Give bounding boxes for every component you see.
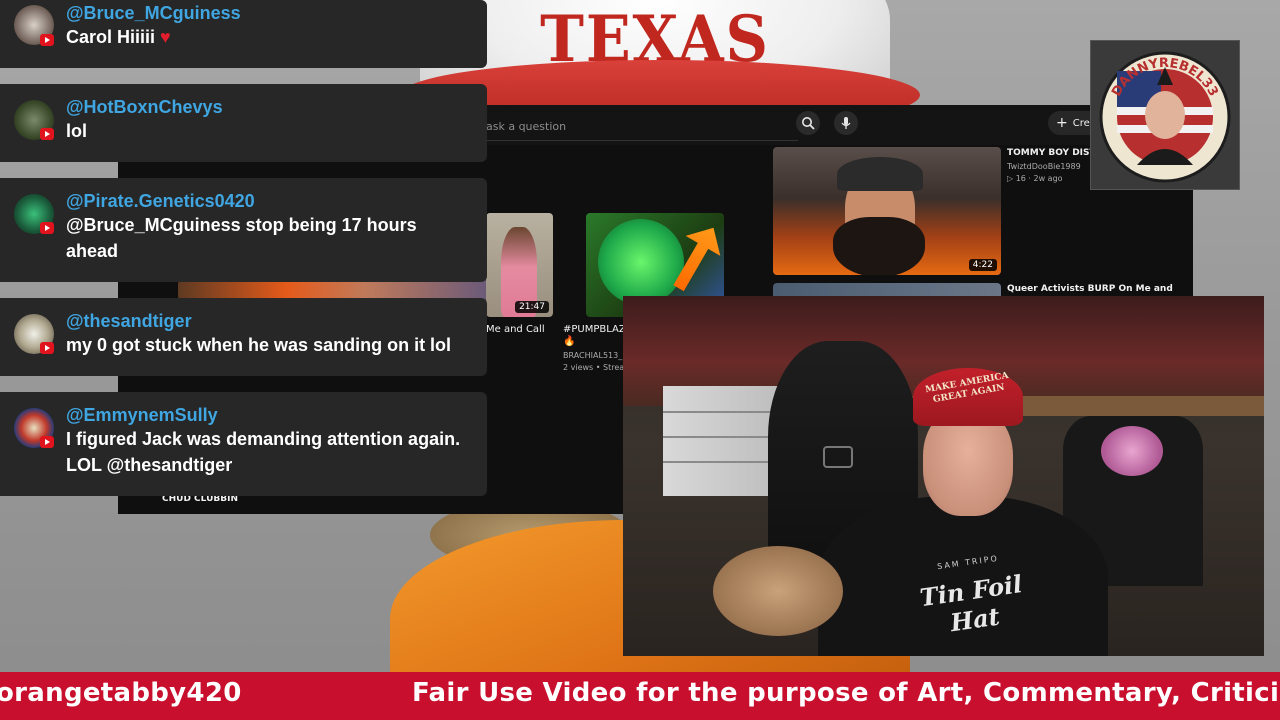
heart-emoji: ♥	[160, 27, 171, 47]
chat-message: @HotBoxnChevys lol	[0, 84, 487, 162]
thumbnail-cap	[837, 157, 923, 191]
video-channel[interactable]: TwiztdDooBie1989	[1007, 161, 1081, 172]
chat-text-body: Carol Hiiiii	[66, 27, 156, 47]
video-title-emoji: 🔥	[563, 336, 576, 347]
youtube-icon	[40, 436, 54, 448]
video-thumbnail[interactable]	[178, 280, 488, 300]
chat-message: @thesandtiger my 0 got stuck when he was…	[0, 298, 487, 376]
shirt-print	[1101, 426, 1163, 476]
chat-text-body: my 0 got stuck when he was sanding on it…	[66, 335, 452, 355]
chat-author[interactable]: @thesandtiger	[66, 310, 471, 332]
chat-author[interactable]: @EmmynemSully	[66, 404, 471, 426]
thumbnail-beard	[833, 217, 925, 275]
youtube-icon	[40, 222, 54, 234]
ticker-username: orangetabby420	[0, 678, 242, 708]
video-title[interactable]: Me and Call	[486, 323, 545, 336]
scrolling-ticker: orangetabby420 Fair Use Video for the pu…	[0, 672, 1280, 720]
microphone-icon	[841, 117, 851, 129]
youtube-icon	[40, 34, 54, 46]
chat-message: @EmmynemSully I figured Jack was demandi…	[0, 392, 487, 496]
search-button[interactable]	[796, 111, 820, 135]
chat-author[interactable]: @Bruce_MCguiness	[66, 2, 471, 24]
youtube-icon	[40, 342, 54, 354]
video-channel[interactable]: BRACHIAL513_	[563, 350, 622, 361]
voice-search-button[interactable]	[834, 111, 858, 135]
chat-text: Carol Hiiiii ♥	[66, 24, 471, 50]
video-meta: 2 views • Strean	[563, 363, 630, 372]
webcam-cat	[713, 546, 843, 636]
video-duration: 21:47	[515, 301, 549, 313]
video-thumbnail[interactable]: 4:22	[773, 147, 1001, 275]
chat-message: @Bruce_MCguiness Carol Hiiiii ♥	[0, 0, 487, 68]
chat-author[interactable]: @HotBoxnChevys	[66, 96, 471, 118]
video-thumbnail[interactable]: 21:47	[486, 213, 553, 317]
search-icon	[802, 117, 815, 130]
ticker-disclaimer: Fair Use Video for the purpose of Art, C…	[412, 678, 1280, 708]
thumbnail-coin	[598, 219, 684, 305]
chat-author[interactable]: @Pirate.Genetics0420	[66, 190, 471, 212]
video-duration: 4:22	[968, 259, 997, 271]
video-meta: ▷ 16 · 2w ago	[1007, 174, 1063, 183]
chair-logo-icon	[823, 446, 853, 468]
youtube-icon	[40, 128, 54, 140]
chat-message: @Pirate.Genetics0420 @Bruce_MCguiness st…	[0, 178, 487, 282]
chat-text-body: @Bruce_MCguiness stop being 17 hours ahe…	[66, 215, 417, 261]
chat-text-body: I figured Jack was demanding attention a…	[66, 429, 461, 475]
search-input[interactable]: ask a question	[468, 111, 798, 141]
chat-text-body: lol	[66, 121, 87, 141]
video-title[interactable]: Queer Activists BURP On Me and	[1007, 283, 1193, 296]
channel-logo: DANNYREBEL33	[1090, 40, 1240, 190]
webcam-feed: MAKE AMERICA GREAT AGAIN SAM TRIPO Tin F…	[623, 296, 1264, 656]
plus-icon: +	[1056, 115, 1068, 131]
rebel-badge-icon: DANNYREBEL33	[1099, 51, 1231, 183]
